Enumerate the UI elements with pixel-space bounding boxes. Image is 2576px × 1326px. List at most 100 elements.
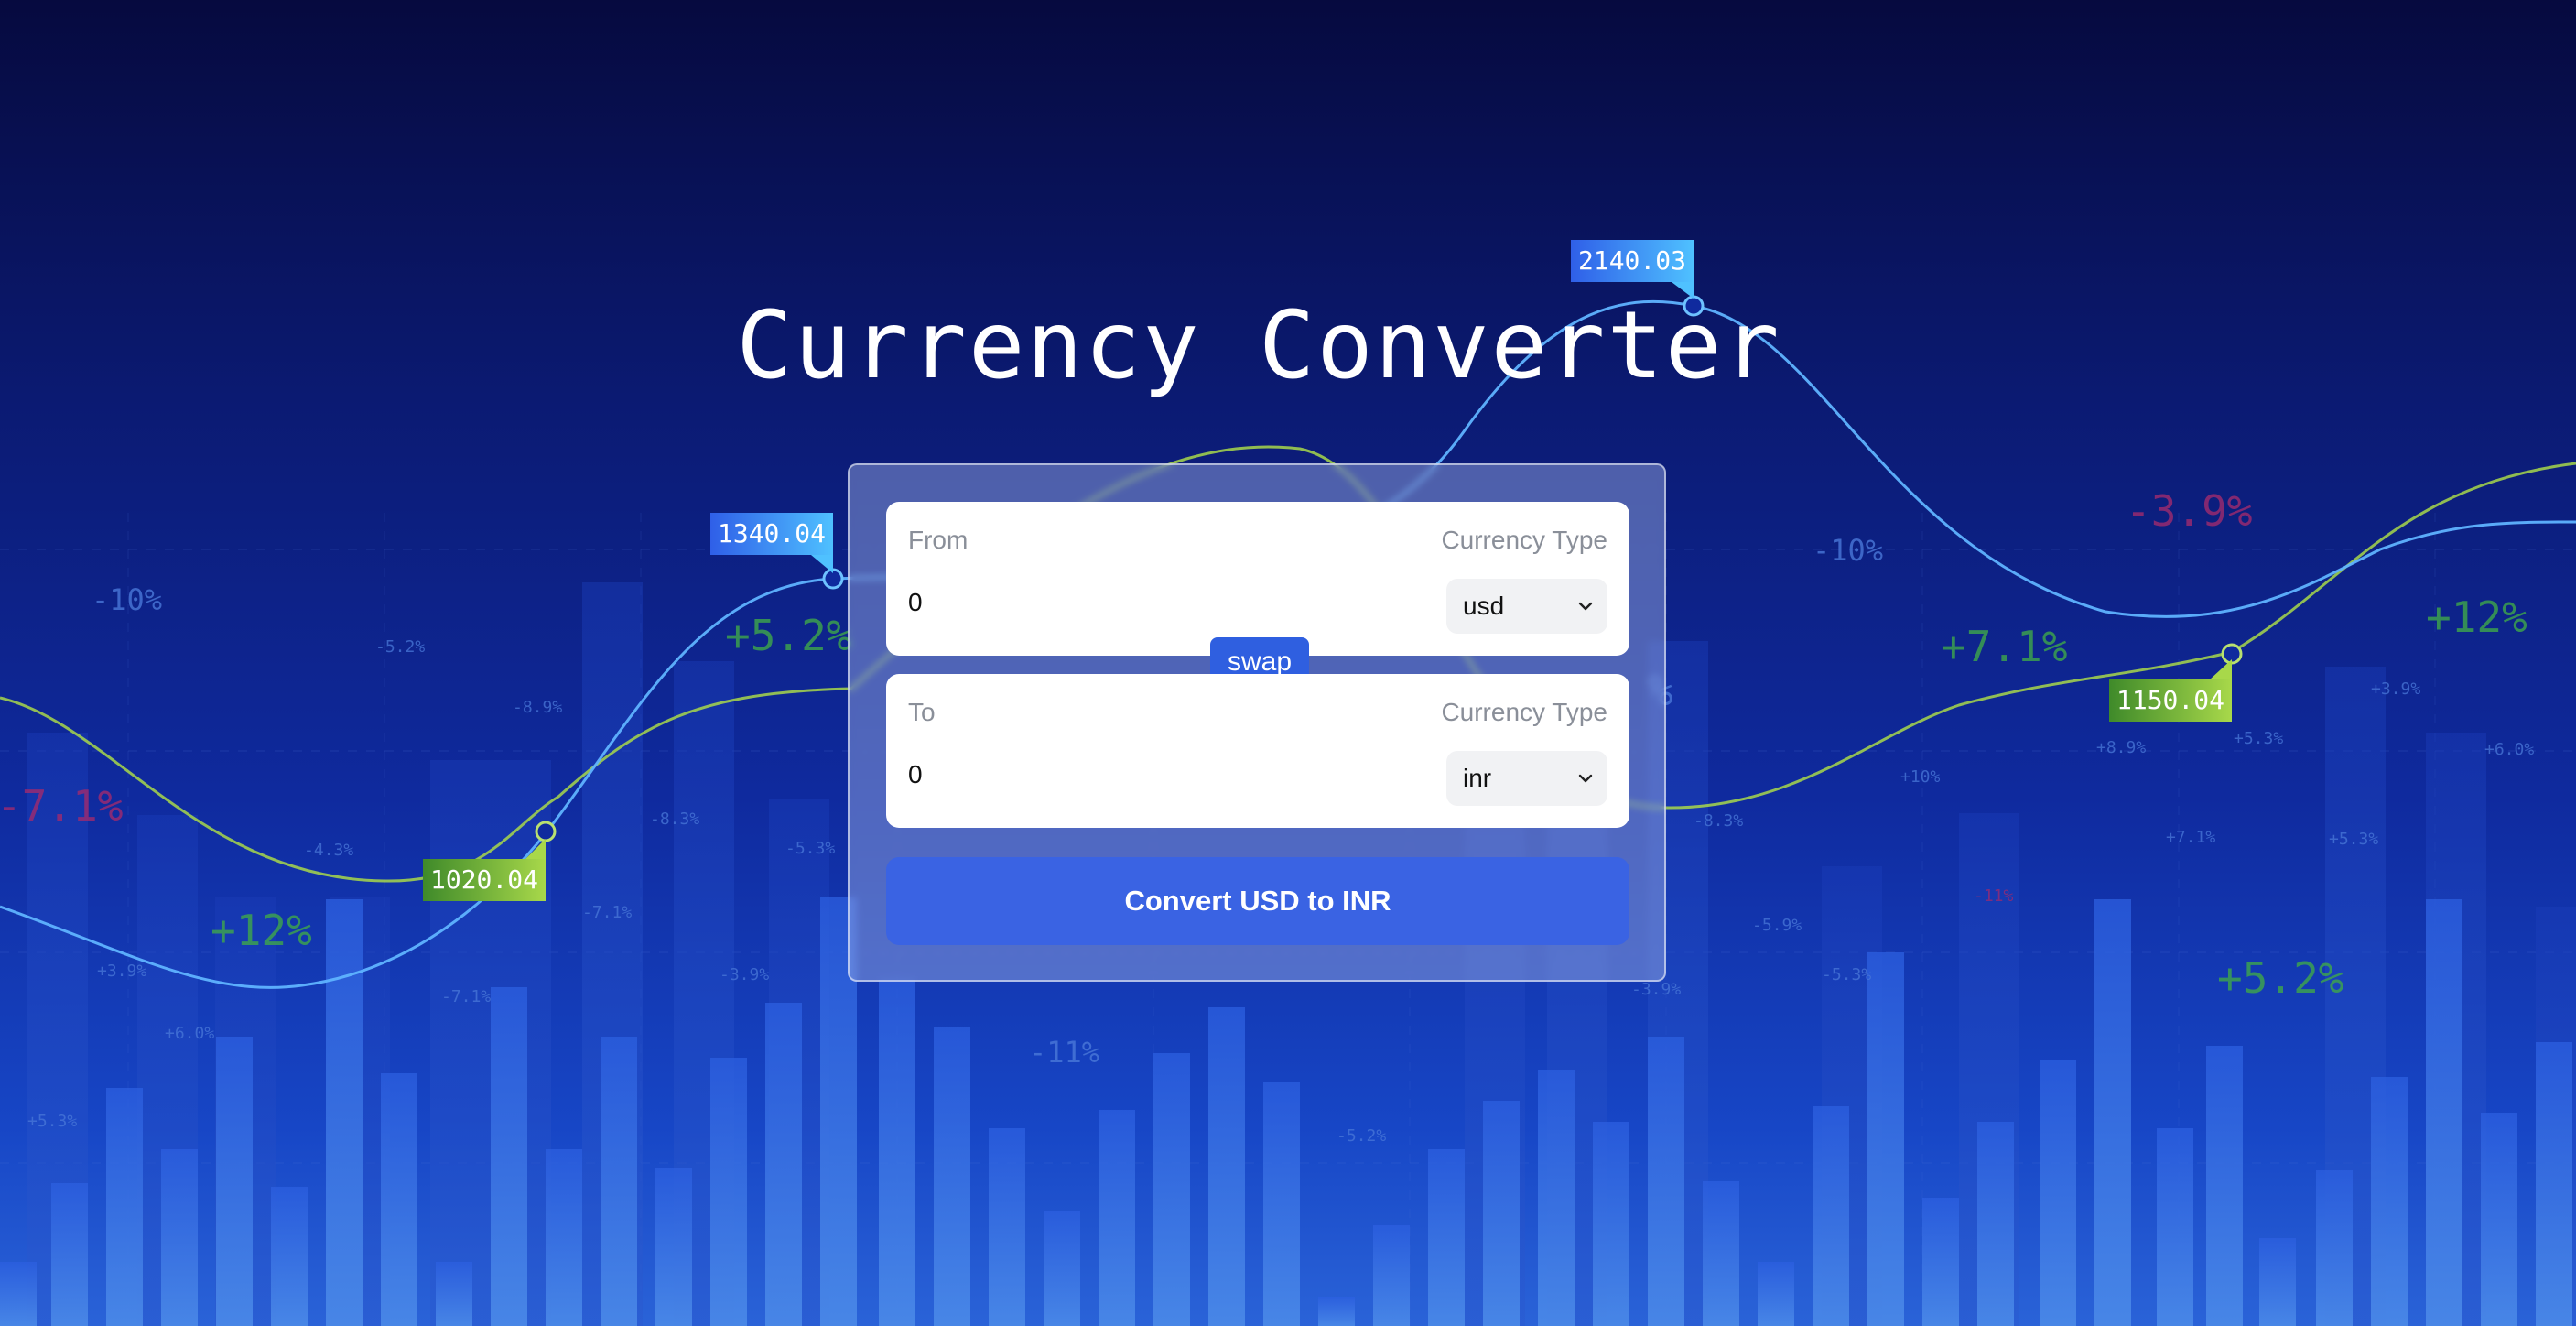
background-bar — [2040, 1060, 2076, 1326]
background-bar — [1099, 1110, 1135, 1326]
background-bar — [879, 980, 915, 1326]
background-bar — [934, 1027, 970, 1326]
background-bar — [1867, 952, 1904, 1326]
from-amount-input[interactable] — [908, 582, 1348, 623]
from-label: From — [908, 526, 969, 554]
svg-text:1020.04: 1020.04 — [430, 864, 538, 895]
app-background: -5.2% -8.9% -8.3% -4.3% -5.3% -7.1% +3.9% +6.0%… — [0, 0, 2576, 1326]
from-currency-value: usd — [1463, 592, 1505, 620]
converter-card: From Currency Type usd swap To Currency … — [848, 463, 1666, 982]
background-bar — [106, 1088, 143, 1326]
background-percent-label: -5.9% — [1752, 916, 1802, 935]
background-percent-label: +5.2% — [725, 611, 851, 660]
background-percent-label: +7.1% — [1941, 622, 2067, 671]
background-percent-label: +12% — [2426, 592, 2527, 642]
background-bar — [2094, 899, 2131, 1326]
background-bar — [1428, 1149, 1465, 1326]
background-bar — [491, 987, 527, 1326]
background-bar — [710, 1058, 747, 1326]
background-bar — [1813, 1106, 1849, 1326]
background-percent-label: -3.9% — [720, 965, 769, 984]
svg-text:1340.04: 1340.04 — [718, 518, 826, 549]
background-bar — [271, 1187, 308, 1326]
background-bar — [1703, 1181, 1739, 1326]
background-percent-label: -11% — [1029, 1035, 1099, 1070]
value-badge: 2140.03 — [1571, 240, 1694, 299]
background-bar — [0, 1262, 37, 1326]
background-bar — [2259, 1238, 2296, 1326]
background-bar — [2157, 1128, 2193, 1326]
background-bar — [2316, 1170, 2353, 1326]
background-bar — [655, 1168, 692, 1326]
background-percent-label: -5.2% — [375, 637, 425, 657]
background-percent-label: +6.0% — [165, 1024, 214, 1043]
background-bar — [216, 1037, 253, 1326]
background-percent-label: +5.3% — [27, 1112, 77, 1131]
background-percent-label: -4.3% — [304, 841, 353, 860]
background-percent-label: -5.3% — [785, 839, 835, 858]
from-currency-type-label: Currency Type — [1441, 526, 1607, 554]
to-label: To — [908, 698, 936, 726]
background-percent-label: -7.1% — [0, 781, 123, 831]
background-bar — [1044, 1211, 1080, 1326]
background-bar — [1758, 1262, 1794, 1326]
background-percent-label: +10% — [1900, 767, 1941, 787]
to-currency-value: inr — [1463, 764, 1492, 792]
chevron-down-icon — [1578, 602, 1593, 611]
background-bar — [1977, 1122, 2014, 1326]
background-bar — [546, 1149, 582, 1326]
to-currency-type-label: Currency Type — [1441, 698, 1607, 726]
from-field-group: From Currency Type usd — [886, 502, 1629, 656]
background-percent-label: -8.3% — [1694, 811, 1743, 831]
to-currency-select[interactable]: inr — [1446, 751, 1607, 806]
background-bar — [1922, 1198, 1959, 1326]
background-bar — [51, 1183, 88, 1326]
background-percent-label: +6.0% — [2484, 740, 2534, 759]
svg-text:1150.04: 1150.04 — [2116, 685, 2224, 715]
convert-button[interactable]: Convert USD to INR — [886, 857, 1629, 945]
background-bar — [1318, 1297, 1355, 1326]
background-bar — [161, 1149, 198, 1326]
value-badge: 1340.04 — [710, 513, 833, 573]
background-percent-label: -8.3% — [650, 810, 699, 829]
background-bar — [1373, 1225, 1410, 1326]
background-percent-label: -7.1% — [582, 903, 632, 922]
background-bar — [2206, 1046, 2243, 1326]
background-percent-label: +7.1% — [2166, 828, 2215, 847]
background-percent-label: +12% — [211, 906, 312, 955]
background-bar — [601, 1037, 637, 1326]
background-percent-label: +5.2% — [2217, 953, 2343, 1003]
svg-text:2140.03: 2140.03 — [1578, 245, 1686, 276]
background-bar — [1648, 1037, 1684, 1326]
from-currency-select[interactable]: usd — [1446, 579, 1607, 634]
background-bar — [436, 1262, 472, 1326]
background-percent-label: +8.9% — [2096, 738, 2146, 757]
background-percent-label: -3.9% — [1631, 980, 1681, 999]
background-percent-label: +5.3% — [2234, 729, 2283, 748]
background-bar — [989, 1128, 1025, 1326]
background-bar — [2536, 1042, 2572, 1326]
background-bar — [430, 760, 491, 1326]
background-bar — [1153, 1053, 1190, 1326]
background-bar — [1538, 1070, 1575, 1326]
background-bar — [326, 899, 363, 1326]
value-badge: 1150.04 — [2109, 659, 2232, 722]
background-bar — [2371, 1077, 2408, 1326]
background-bar — [1263, 1082, 1300, 1326]
page-title: Currency Converter — [736, 291, 1781, 400]
background-percent-label: -8.9% — [513, 698, 562, 717]
background-bar — [2426, 899, 2462, 1326]
background-percent-label: -5.2% — [1337, 1126, 1386, 1146]
background-bar — [2481, 1113, 2517, 1326]
chevron-down-icon — [1578, 774, 1593, 783]
background-percent-label: +5.3% — [2329, 830, 2378, 849]
background-bar — [765, 1003, 802, 1326]
background-percent-label: -7.1% — [441, 987, 491, 1006]
background-percent-label: +3.9% — [2371, 679, 2420, 699]
background-percent-label: -10% — [92, 582, 162, 617]
background-bar — [1593, 1122, 1629, 1326]
background-bar — [1208, 1007, 1245, 1326]
background-bar — [1483, 1101, 1520, 1326]
to-amount-input[interactable] — [908, 755, 1348, 795]
background-percent-label: -10% — [1813, 533, 1883, 568]
